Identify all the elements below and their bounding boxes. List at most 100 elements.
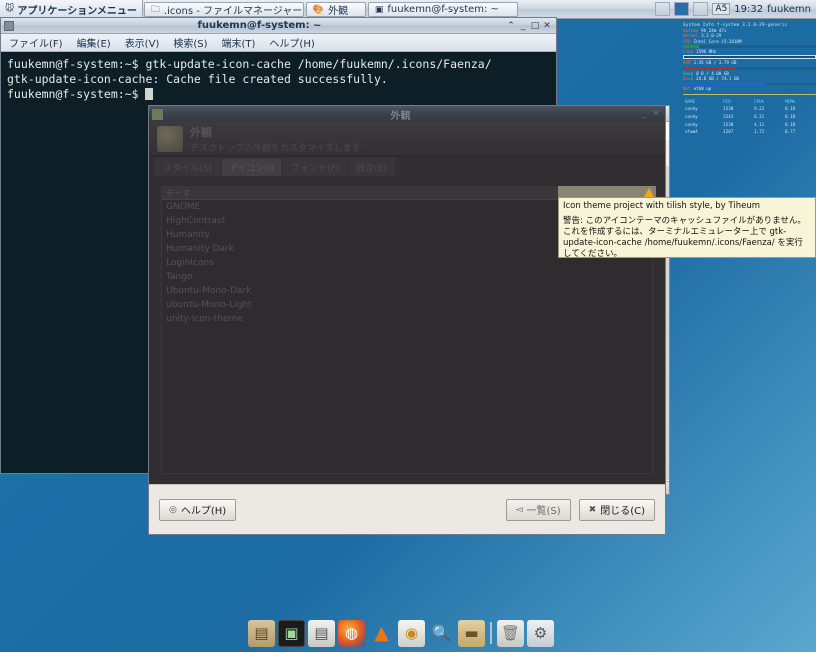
menu-help[interactable]: ヘルプ(H) xyxy=(263,34,320,51)
list-item[interactable]: Tango xyxy=(162,270,652,284)
proc-cpu: 4.11 xyxy=(754,121,765,127)
appearance-dialog[interactable]: 外観 _ ✕ 外観 デスクトップの外観をカスタマイズします スタイル(S) アイ… xyxy=(148,105,666,535)
clock[interactable]: 19:32 xyxy=(734,4,763,15)
appearance-footer: ◎ ヘルプ(H) ◅ 一覧(S) ✖ 閉じる(C) xyxy=(149,484,665,534)
dock-vlc-icon[interactable]: ▲ xyxy=(368,620,395,647)
dock-settings-icon[interactable]: ⚙ xyxy=(527,619,554,647)
folder-icon: 🗀 xyxy=(150,4,160,15)
help-icon: ◎ xyxy=(169,504,177,515)
page-subtitle: デスクトップの外観をカスタマイズします xyxy=(190,143,361,154)
list-item[interactable]: ubuntu-Mono-Light xyxy=(162,298,652,312)
warning-triangle-icon xyxy=(644,187,654,197)
close-x-icon: ✖ xyxy=(588,504,597,515)
dock-folder-icon[interactable]: ▬ xyxy=(458,619,485,647)
dock-clock-app-icon[interactable]: ◉ xyxy=(398,619,425,647)
dock-file-manager-icon[interactable]: ▤ xyxy=(248,619,275,647)
terminal-line: gtk-update-icon-cache: Cache file create… xyxy=(7,72,388,86)
conky-swap-bar xyxy=(683,67,816,70)
tab-settings[interactable]: 設定(E) xyxy=(348,158,395,176)
appearance-minimize-button[interactable]: _ xyxy=(638,108,650,120)
terminal-window-icon xyxy=(4,20,14,31)
close-button-label: 閉じる(C) xyxy=(600,506,645,517)
shade-button[interactable]: ⌃ xyxy=(505,20,517,32)
list-button[interactable]: ◅ 一覧(S) xyxy=(505,498,571,521)
conky-row: Freq 1596 MHz xyxy=(683,49,816,55)
column-header-theme: テーマ xyxy=(166,188,190,198)
conky-process-header: NAME PID CPU% MEM% xyxy=(685,99,814,105)
minimize-button[interactable]: _ xyxy=(517,20,529,32)
appearance-window-icon xyxy=(152,108,163,120)
conky-process-row: xfwm4 1207 1.72 0.77 xyxy=(685,129,814,135)
dock-firefox-icon[interactable]: ◍ xyxy=(338,619,365,647)
tray-slot-3[interactable] xyxy=(693,2,709,16)
taskbar-item-label: fuukemn@f-system: ~ xyxy=(387,4,499,15)
col-cpu: CPU% xyxy=(754,98,765,104)
dock-terminal-icon[interactable]: ▣ xyxy=(278,619,305,647)
page-title: 外観 xyxy=(190,125,212,139)
help-button[interactable]: ◎ ヘルプ(H) xyxy=(159,498,237,521)
appearance-icon xyxy=(157,125,183,152)
appearance-titlebar[interactable]: 外観 _ ✕ xyxy=(149,106,665,122)
conky-row: CPU Intel Core i5-2410M xyxy=(683,39,816,45)
proc-mem: 0.18 xyxy=(785,114,796,120)
conky-process-row: conky 1530 4.11 0.18 xyxy=(685,122,814,128)
application-menu-button[interactable]: 🐭 アプリケーションメニュー xyxy=(0,0,143,18)
col-pid: PID xyxy=(723,98,731,104)
list-button-label: 一覧(S) xyxy=(526,506,561,517)
dock-separator xyxy=(490,622,492,644)
conky-row: Disk 24.8 GB / 74.1 GB xyxy=(683,76,816,82)
tray-slot-2[interactable] xyxy=(674,2,690,16)
taskbar-item-filemanager[interactable]: 🗀 .icons - ファイルマネージャー xyxy=(143,2,304,17)
tab-icons[interactable]: アイコン(I) xyxy=(220,158,282,176)
menu-edit[interactable]: 編集(E) xyxy=(71,34,117,51)
tray-slot-1[interactable] xyxy=(655,2,671,16)
proc-pid: 1530 xyxy=(723,106,734,112)
terminal-icon: ▣ xyxy=(374,4,384,15)
list-item[interactable]: unity-icon-theme xyxy=(162,312,652,326)
maximize-button[interactable]: □ xyxy=(529,20,541,32)
conky-row: RAM 1.45 GB / 3.79 GB xyxy=(683,60,816,66)
taskbar-item-label: .icons - ファイルマネージャー xyxy=(163,6,303,17)
dock-trash-icon[interactable]: 🗑 xyxy=(497,619,524,647)
conky-value: 24.8 GB / 74.1 GB xyxy=(696,76,739,82)
close-button[interactable]: ✕ xyxy=(541,20,553,32)
conky-value: Intel Core i5-2410M xyxy=(693,38,742,44)
dock-text-editor-icon[interactable]: ▤ xyxy=(308,619,335,647)
proc-name: conky xyxy=(685,121,698,127)
conky-label: CPU xyxy=(683,38,691,44)
tooltip-warning-text: 警告: このアイコンテーマのキャッシュファイルがありません。これを作成するには、… xyxy=(563,216,806,259)
proc-mem: 0.18 xyxy=(785,121,796,127)
proc-name: xfwm4 xyxy=(685,129,698,135)
menu-search[interactable]: 検索(S) xyxy=(167,34,213,51)
conky-value: eth0 up xyxy=(693,86,712,92)
dock: ▤ ▣ ▤ ◍ ▲ ◉ 🔍 ▬ 🗑 ⚙ xyxy=(248,618,554,648)
close-dialog-button[interactable]: ✖ 閉じる(C) xyxy=(578,498,655,521)
keyboard-layout-indicator[interactable]: A5 xyxy=(712,3,731,15)
proc-mem: 0.77 xyxy=(785,129,796,135)
conky-disk-bar xyxy=(683,82,816,86)
taskbar-item-appearance[interactable]: 🎨 外観 xyxy=(305,2,366,17)
list-item[interactable]: Ubuntu-Mono-Dark xyxy=(162,284,652,298)
conky-process-table: NAME PID CPU% MEM% conky 1530 9.23 0.18 … xyxy=(683,97,816,137)
proc-pid: 1207 xyxy=(723,129,734,135)
tab-style[interactable]: スタイル(S) xyxy=(155,158,220,176)
terminal-titlebar[interactable]: fuukemn@f-system: ~ ⌃ _ □ ✕ xyxy=(1,18,556,34)
menu-file[interactable]: ファイル(F) xyxy=(3,34,69,51)
dock-search-icon[interactable]: 🔍 xyxy=(428,620,455,647)
icon-theme-tooltip: Icon theme project with tilish style, by… xyxy=(558,197,816,259)
menu-terminal[interactable]: 端末(T) xyxy=(216,34,262,51)
conky-label: RAM xyxy=(683,60,691,66)
desktop: 🐭 アプリケーションメニュー 🗀 .icons - ファイルマネージャー 🎨 外… xyxy=(0,0,816,652)
menu-view[interactable]: 表示(V) xyxy=(119,34,166,51)
proc-mem: 0.18 xyxy=(785,106,796,112)
col-name: NAME xyxy=(685,98,696,104)
user-menu[interactable]: fuukemn xyxy=(767,4,811,15)
system-tray: A5 19:32 fuukemn xyxy=(655,0,816,18)
tab-fonts[interactable]: フォント(F) xyxy=(282,158,348,176)
taskbar-item-terminal[interactable]: ▣ fuukemn@f-system: ~ xyxy=(367,2,518,17)
conky-label: Net xyxy=(683,86,691,92)
appearance-close-button[interactable]: ✕ xyxy=(650,108,662,120)
panel-spacer xyxy=(519,0,656,18)
conky-label: Disk xyxy=(683,76,694,82)
proc-name: conky xyxy=(685,106,698,112)
